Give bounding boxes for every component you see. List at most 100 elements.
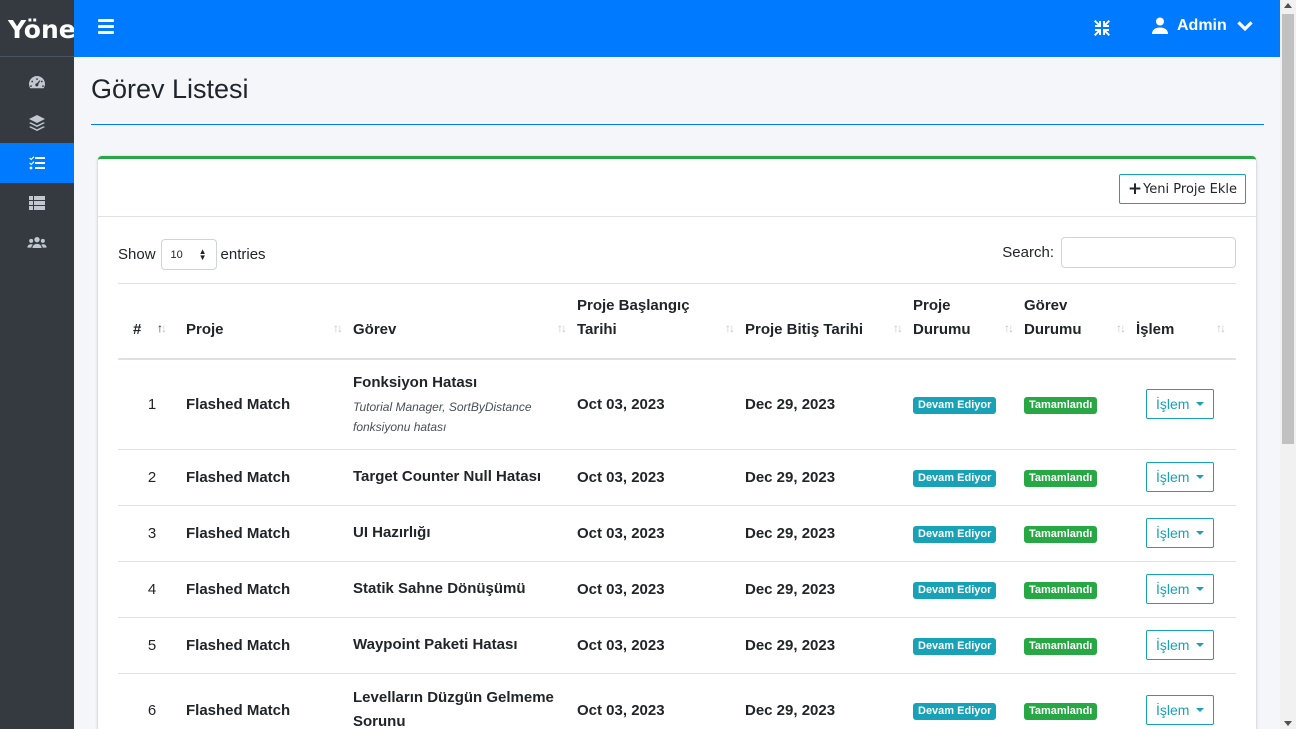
sort-icon: ↑↓ (725, 321, 735, 335)
action-dropdown-button[interactable]: İşlem (1146, 695, 1215, 725)
row-start-date: Oct 03, 2023 (577, 561, 745, 618)
search-control: Search: (1002, 237, 1236, 268)
caret-down-icon (1196, 587, 1205, 591)
page-title: Görev Listesi (91, 74, 249, 104)
show-label: Show (118, 246, 156, 263)
row-project-status-cell: Devam Ediyor (913, 449, 1024, 506)
row-start-date: Oct 03, 2023 (577, 505, 745, 562)
row-task: Fonksiyon Hatası (353, 374, 478, 392)
column-header-project-status[interactable]: Proje Durumu ↑↓ (913, 284, 1024, 360)
action-dropdown-button[interactable]: İşlem (1146, 574, 1215, 604)
scroll-up-arrow-icon[interactable] (1284, 3, 1292, 8)
column-header-project[interactable]: Proje ↑↓ (186, 284, 353, 360)
sidebar-item-layers[interactable] (0, 103, 74, 143)
action-dropdown-button[interactable]: İşlem (1146, 518, 1215, 548)
task-status-badge: Tamamlandı (1024, 637, 1098, 655)
project-status-badge: Devam Ediyor (913, 525, 997, 543)
column-header-start-date[interactable]: Proje Başlangıç Tarihi ↑↓ (577, 284, 745, 360)
action-dropdown-button[interactable]: İşlem (1146, 630, 1215, 660)
action-label: İşlem (1156, 469, 1190, 485)
project-status-badge: Devam Ediyor (913, 469, 997, 487)
action-label: İşlem (1156, 637, 1190, 653)
table-header-row: # ↑↓ Proje ↑↓ Görev ↑↓ Proje Başlangıç Tari… (118, 284, 1236, 360)
table-row: 3 Flashed Match UI Hazırlığı Oct 03, 2023 De… (118, 505, 1236, 562)
row-task: Statik Sahne Dönüşümü (353, 580, 526, 597)
row-task: Waypoint Paketi Hatası (353, 636, 518, 653)
row-start-date: Oct 03, 2023 (577, 617, 745, 674)
user-name: Admin (1177, 17, 1227, 34)
sidebar-item-tasks[interactable] (0, 143, 74, 183)
column-header-action[interactable]: İşlem ↑↓ (1136, 284, 1236, 360)
row-number: 4 (118, 561, 186, 618)
row-end-date: Dec 29, 2023 (745, 359, 913, 450)
task-status-badge: Tamamlandı (1024, 525, 1098, 543)
menu-toggle-icon[interactable] (98, 19, 114, 35)
table-row: 1 Flashed Match Fonksiyon Hatası Tutorial M… (118, 359, 1236, 450)
row-project: Flashed Match (186, 359, 353, 450)
plus-icon: + (1127, 179, 1143, 199)
sidebar-item-dashboard[interactable] (0, 63, 74, 103)
row-task-status-cell: Tamamlandı (1024, 449, 1136, 506)
search-label: Search: (1002, 244, 1054, 261)
user-icon (1152, 17, 1168, 34)
page-length-select[interactable]: 10 ▲ ▼ (160, 239, 217, 270)
row-task-cell: Levelların Düzgün Gelmeme Sorunu (353, 673, 577, 729)
task-card: + Yeni Proje Ekle Show 10 ▲ ▼ entries Sear… (98, 156, 1256, 729)
top-navbar: Admin (74, 0, 1280, 57)
row-task: Target Counter Null Hatası (353, 468, 542, 485)
scroll-down-arrow-icon[interactable] (1284, 721, 1292, 726)
row-action-cell: İşlem (1136, 505, 1236, 562)
add-project-button[interactable]: + Yeni Proje Ekle (1118, 174, 1246, 204)
search-input[interactable] (1061, 237, 1236, 268)
table-row: 2 Flashed Match Target Counter Null Hatası… (118, 449, 1236, 506)
sort-icon: ↑↓ (557, 321, 567, 335)
scrollbar-thumb[interactable] (1282, 14, 1294, 444)
action-label: İşlem (1156, 581, 1190, 597)
column-header-end-date[interactable]: Proje Bitiş Tarihi ↑↓ (745, 284, 913, 360)
row-start-date: Oct 03, 2023 (577, 359, 745, 450)
row-task-cell: UI Hazırlığı (353, 505, 577, 562)
sidebar-item-users[interactable] (0, 223, 74, 263)
brand-logo[interactable]: Yönetim (0, 0, 74, 57)
row-start-date: Oct 03, 2023 (577, 673, 745, 729)
row-end-date: Dec 29, 2023 (745, 617, 913, 674)
column-header-task-status[interactable]: Görev Durumu ↑↓ (1024, 284, 1136, 360)
sort-icon: ↑↓ (1004, 321, 1014, 335)
chevron-down-icon (1237, 21, 1253, 32)
fullscreen-compress-icon[interactable] (1093, 19, 1111, 37)
action-dropdown-button[interactable]: İşlem (1146, 462, 1215, 492)
row-number: 1 (118, 359, 186, 450)
table-row: 4 Flashed Match Statik Sahne Dönüşümü Oct 0… (118, 561, 1236, 618)
task-status-badge: Tamamlandı (1024, 469, 1098, 487)
sort-icon: ↑↓ (893, 321, 903, 335)
row-action-cell: İşlem (1136, 617, 1236, 674)
action-label: İşlem (1156, 525, 1190, 541)
page-scrollbar[interactable] (1280, 0, 1296, 729)
column-header-task[interactable]: Görev ↑↓ (353, 284, 577, 360)
sidebar: Yönetim (0, 0, 74, 729)
sort-icon: ↑↓ (1216, 321, 1226, 335)
card-header: + Yeni Proje Ekle (98, 159, 1256, 217)
caret-down-icon (1196, 531, 1205, 535)
table-row: 6 Flashed Match Levelların Düzgün Gelmeme … (118, 673, 1236, 729)
user-menu[interactable]: Admin (1152, 17, 1262, 35)
action-dropdown-button[interactable]: İşlem (1146, 389, 1215, 420)
action-label: İşlem (1156, 702, 1190, 718)
row-task-cell: Fonksiyon Hatası Tutorial Manager, SortBy… (353, 359, 577, 450)
sort-icon: ↑↓ (333, 321, 343, 335)
sidebar-item-table[interactable] (0, 183, 74, 223)
row-task-status-cell: Tamamlandı (1024, 561, 1136, 618)
row-action-cell: İşlem (1136, 561, 1236, 618)
row-action-cell: İşlem (1136, 449, 1236, 506)
task-table: # ↑↓ Proje ↑↓ Görev ↑↓ Proje Başlangıç Tari… (118, 284, 1236, 729)
column-header-no[interactable]: # ↑↓ (118, 284, 186, 360)
caret-down-icon (1196, 475, 1205, 479)
row-project-status-cell: Devam Ediyor (913, 359, 1024, 450)
row-action-cell: İşlem (1136, 359, 1236, 450)
add-project-label: Yeni Proje Ekle (1143, 181, 1237, 197)
task-status-badge: Tamamlandı (1024, 396, 1098, 414)
dashboard-icon (29, 76, 45, 89)
row-project: Flashed Match (186, 561, 353, 618)
row-task-status-cell: Tamamlandı (1024, 673, 1136, 729)
caret-down-icon (1196, 643, 1205, 647)
